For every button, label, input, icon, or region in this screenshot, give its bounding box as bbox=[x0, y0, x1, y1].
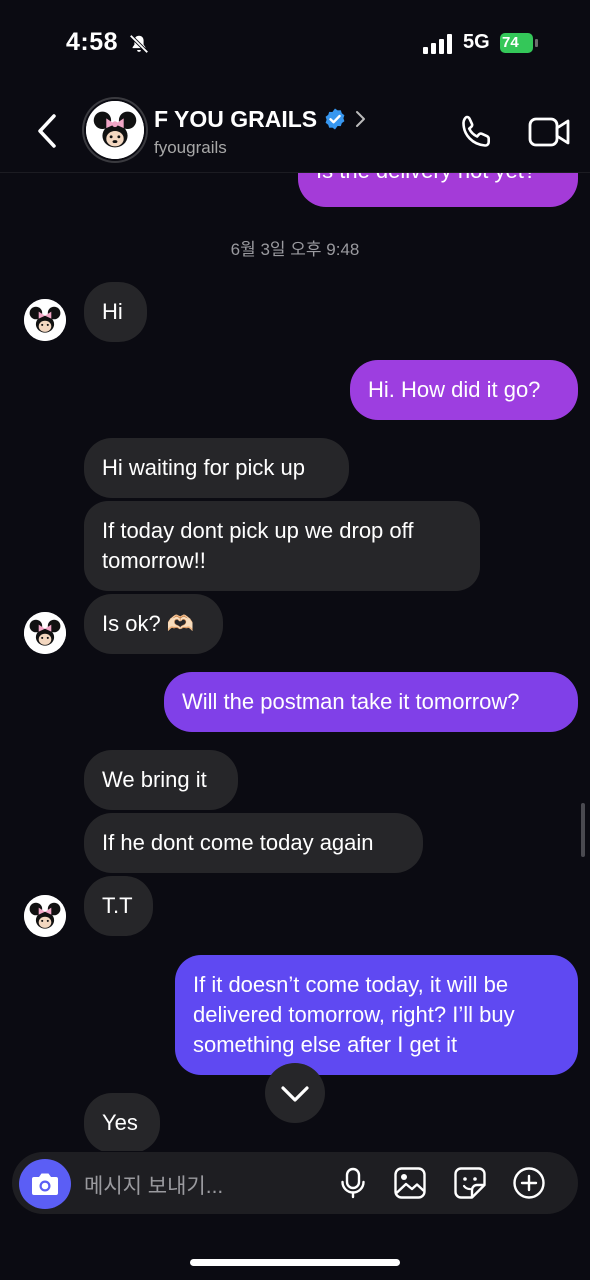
add-plus-icon[interactable] bbox=[512, 1166, 546, 1200]
camera-icon bbox=[32, 1173, 58, 1195]
video-call-icon[interactable] bbox=[528, 114, 570, 150]
network-type: 5G bbox=[463, 31, 490, 53]
battery-level: 74 bbox=[502, 34, 519, 51]
message-timestamp: 6월 3일 오후 9:48 bbox=[230, 240, 360, 259]
message-bubble-incoming[interactable]: Yes bbox=[84, 1093, 160, 1151]
camera-button[interactable] bbox=[19, 1159, 71, 1209]
contact-avatar[interactable] bbox=[24, 612, 66, 654]
status-time: 4:58 bbox=[66, 28, 119, 56]
message-bubble-incoming[interactable]: T.T bbox=[84, 876, 153, 936]
back-arrow-icon[interactable] bbox=[34, 112, 62, 150]
battery-icon: 74 bbox=[500, 33, 540, 53]
sticker-icon[interactable] bbox=[453, 1166, 487, 1200]
chevron-right-icon[interactable] bbox=[354, 110, 366, 128]
message-bubble-incoming[interactable]: If he dont come today again bbox=[84, 813, 423, 873]
scroll-to-bottom-button[interactable] bbox=[265, 1063, 325, 1123]
message-bubble-outgoing[interactable]: Hi. How did it go? bbox=[350, 360, 578, 420]
chevron-down-icon bbox=[281, 1086, 309, 1102]
gallery-icon[interactable] bbox=[393, 1166, 427, 1200]
mouse-avatar-icon bbox=[24, 895, 66, 937]
message-bubble-outgoing[interactable]: Is the delivery not yet? bbox=[298, 173, 578, 207]
phone-call-icon[interactable] bbox=[456, 112, 496, 152]
message-bubble-incoming[interactable]: Hi bbox=[84, 282, 147, 342]
message-bubble-incoming[interactable]: Hi waiting for pick up bbox=[84, 438, 349, 498]
mouse-avatar-icon bbox=[24, 612, 66, 654]
message-thread[interactable]: Is the delivery not yet? 6월 3일 오후 9:48 H… bbox=[0, 173, 590, 1151]
profile-avatar[interactable] bbox=[86, 101, 144, 159]
message-input[interactable]: 메시지 보내기... bbox=[84, 1170, 223, 1200]
message-bubble-outgoing[interactable]: Will the postman take it tomorrow? bbox=[164, 672, 578, 732]
contact-avatar[interactable] bbox=[24, 895, 66, 937]
message-bubble-outgoing[interactable]: If it doesn’t come today, it will be del… bbox=[175, 955, 578, 1075]
signal-icon bbox=[423, 34, 452, 54]
bell-off-icon bbox=[129, 34, 149, 54]
mouse-avatar-icon bbox=[24, 299, 66, 341]
verified-badge-icon bbox=[325, 108, 345, 130]
message-bubble-incoming[interactable]: We bring it bbox=[84, 750, 238, 810]
contact-name[interactable]: F YOU GRAILS bbox=[154, 106, 317, 133]
home-indicator bbox=[190, 1259, 400, 1266]
microphone-icon[interactable] bbox=[336, 1166, 370, 1200]
scrollbar[interactable] bbox=[581, 803, 585, 857]
message-bubble-incoming[interactable]: If today dont pick up we drop off tomorr… bbox=[84, 501, 480, 591]
contact-avatar[interactable] bbox=[24, 299, 66, 341]
message-bubble-incoming[interactable]: Is ok? 🫶🏻 bbox=[84, 594, 223, 654]
contact-handle[interactable]: fyougrails bbox=[154, 138, 227, 158]
mouse-avatar-icon bbox=[86, 101, 144, 159]
